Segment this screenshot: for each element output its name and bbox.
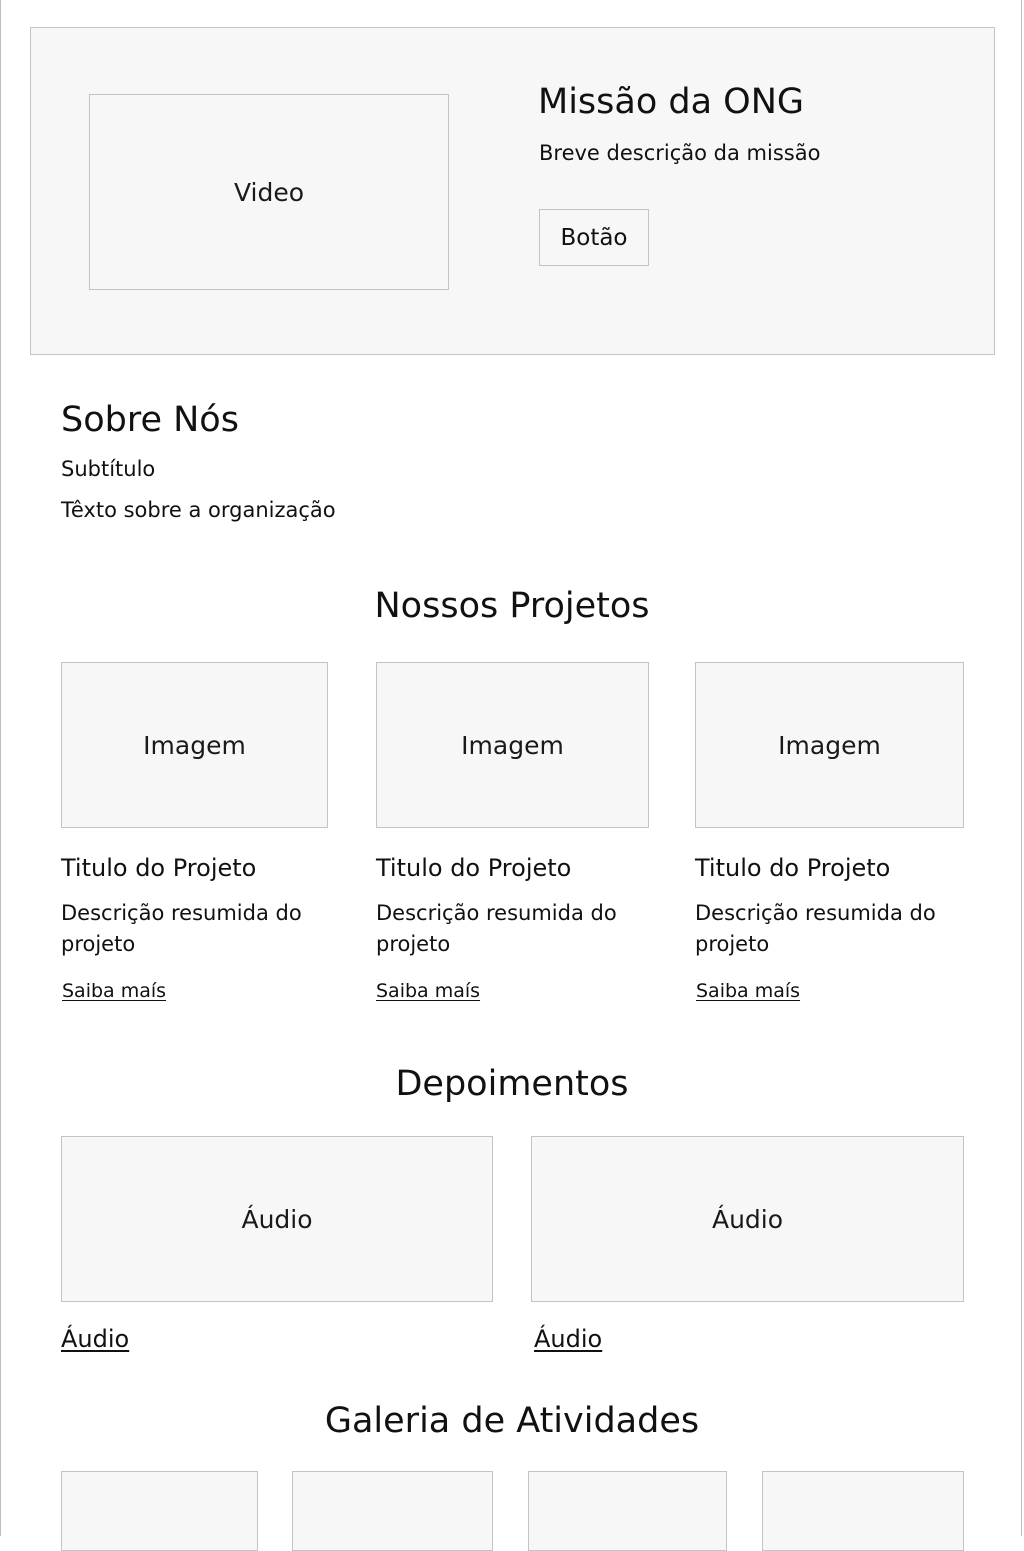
project-image-label: Imagem (461, 730, 564, 760)
project-image: Imagem (695, 662, 964, 828)
project-title: Titulo do Projeto (376, 854, 572, 882)
audio-link[interactable]: Áudio (61, 1325, 129, 1353)
project-image-label: Imagem (778, 730, 881, 760)
project-image: Imagem (61, 662, 328, 828)
project-image: Imagem (376, 662, 649, 828)
project-title: Titulo do Projeto (695, 854, 891, 882)
audio-link[interactable]: Áudio (534, 1325, 602, 1353)
about-title: Sobre Nós (61, 400, 239, 440)
mission-title: Missão da ONG (538, 82, 805, 122)
audio-label: Áudio (241, 1204, 313, 1234)
testimonials-title: Depoimentos (395, 1064, 629, 1104)
video-placeholder[interactable]: Video (89, 94, 449, 290)
about-text: Têxto sobre a organização (61, 498, 336, 522)
gallery-title: Galeria de Atividades (324, 1401, 700, 1441)
project-learn-more-link[interactable]: Saiba maís (62, 980, 166, 1002)
gallery-image[interactable] (292, 1471, 493, 1551)
audio-label: Áudio (711, 1204, 784, 1234)
project-description: Descrição resumida do projeto (695, 901, 936, 956)
mission-description: Breve descrição da missão (539, 141, 821, 165)
gallery-image[interactable] (762, 1471, 964, 1551)
project-title: Titulo do Projeto (61, 854, 257, 882)
project-learn-more-link[interactable]: Saiba maís (376, 980, 480, 1002)
hero-button[interactable]: Botão (539, 209, 649, 266)
gallery-image[interactable] (528, 1471, 727, 1551)
project-learn-more-link[interactable]: Saiba maís (696, 980, 800, 1002)
about-subtitle: Subtítulo (61, 457, 156, 481)
project-description: Descrição resumida do projeto (376, 901, 617, 956)
project-image-label: Imagem (143, 730, 246, 760)
projects-title: Nossos Projetos (374, 586, 650, 626)
video-label: Video (233, 177, 305, 207)
audio-player[interactable]: Áudio (61, 1136, 493, 1302)
audio-player[interactable]: Áudio (531, 1136, 964, 1302)
gallery-image[interactable] (61, 1471, 258, 1551)
project-description: Descrição resumida do projeto (61, 901, 302, 956)
